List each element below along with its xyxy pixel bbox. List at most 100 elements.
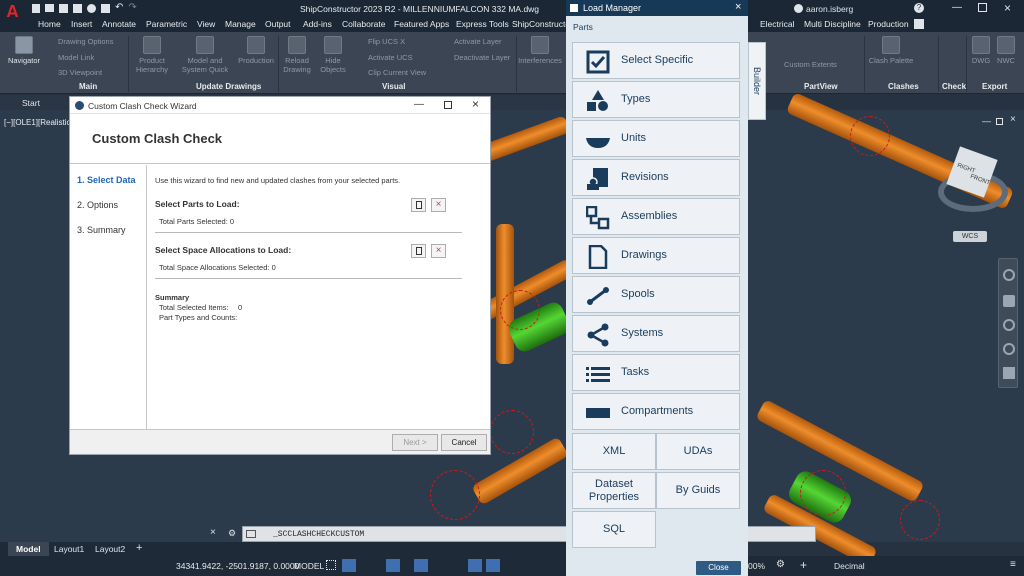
tab-express-tools[interactable]: Express Tools [456,19,509,29]
ribbon-options-icon[interactable] [914,19,924,29]
navigator-button[interactable]: Navigator [6,36,42,65]
units-button[interactable]: Units [572,120,740,157]
zoom-icon[interactable] [1003,319,1015,331]
viewcube-front-face[interactable]: FRONT [969,174,990,187]
wcs-menu[interactable]: WCS [953,231,987,242]
step-select-data[interactable]: 1. Select Data [77,175,136,185]
assemblies-button[interactable]: Assemblies [572,198,740,235]
flip-ucs-x-button[interactable]: Flip UCS X [368,37,405,46]
tab-annotate[interactable]: Annotate [102,19,136,29]
undo-icon[interactable]: ↶ [115,3,123,14]
drawings-button[interactable]: Drawings [572,237,740,274]
open-icon[interactable] [45,4,54,12]
deactivate-layer-button[interactable]: Deactivate Layer [454,53,510,62]
tab-production[interactable]: Production [868,19,909,29]
select-parts-button[interactable] [411,198,426,212]
tab-add-ins[interactable]: Add-ins [303,19,332,29]
wizard-minimize-icon[interactable]: — [414,99,424,110]
activate-layer-button[interactable]: Activate Layer [454,37,502,46]
model-system-quick-button[interactable]: Model and System Quick [180,36,230,74]
custom-extents-button[interactable]: Custom Extents [784,60,837,69]
viewpoint-3d-button[interactable]: 3D Viewpoint [58,68,102,77]
xml-button[interactable]: XML [572,433,656,470]
help-icon[interactable]: ? [914,3,924,13]
wizard-title-bar[interactable]: Custom Clash Check Wizard — × [70,97,490,114]
tab-view[interactable]: View [197,19,215,29]
viewcube-right-face[interactable]: RIGHT [956,163,976,175]
viewport-minimize-icon[interactable]: — [982,116,991,126]
viewport-restore-icon[interactable] [996,118,1003,125]
types-button[interactable]: Types [572,81,740,118]
save-icon[interactable] [59,4,68,13]
snap-toggle-icon[interactable] [342,559,356,572]
activate-ucs-button[interactable]: Activate UCS [368,53,413,62]
navigation-bar[interactable] [998,258,1018,388]
minimize-icon[interactable]: — [952,2,962,13]
polar-toggle-icon[interactable] [414,559,428,572]
tab-start[interactable]: Start [22,98,40,108]
add-icon[interactable]: + [800,558,807,572]
new-icon[interactable] [32,4,40,13]
web-icon[interactable] [87,4,96,13]
revisions-button[interactable]: Revisions [572,159,740,196]
add-layout-icon[interactable]: + [136,542,142,554]
reload-drawing-button[interactable]: Reload Drawing [280,36,314,74]
compartments-button[interactable]: Compartments [572,393,740,430]
hide-objects-button[interactable]: Hide Objects [318,36,348,74]
close-button[interactable]: Close [696,561,741,575]
viewport-controls-label[interactable]: [−][OLE1][Realistic] [4,118,73,127]
dataset-properties-button[interactable]: Dataset Properties [572,472,656,509]
viewcube[interactable]: RIGHT FRONT [938,146,1012,216]
panel-visual[interactable]: Visual [382,82,405,91]
layout-tab-model[interactable]: Model [8,542,49,556]
model-space-toggle[interactable]: MODEL [294,561,324,571]
units-readout[interactable]: Decimal [834,561,865,571]
sql-button[interactable]: SQL [572,511,656,548]
wizard-close-icon[interactable]: × [472,97,479,111]
cancel-button[interactable]: Cancel [441,434,487,451]
close-icon[interactable]: × [1004,1,1011,15]
layout-tab-layout2[interactable]: Layout2 [95,544,125,554]
user-icon[interactable] [794,4,803,13]
spools-button[interactable]: Spools [572,276,740,313]
customize-icon[interactable]: ≡ [1010,559,1016,570]
model-link-button[interactable]: Model Link [58,53,94,62]
step-summary[interactable]: 3. Summary [77,225,126,235]
clip-current-view-button[interactable]: Clip Current View [368,68,426,77]
production-button[interactable]: Production [236,36,276,65]
load-manager-close-icon[interactable]: × [735,1,741,13]
clear-spaces-button[interactable]: × [431,244,446,258]
redo-icon[interactable]: ↷ [128,3,136,14]
user-name[interactable]: aaron.isberg [806,4,853,14]
tab-featured-apps[interactable]: Featured Apps [394,19,449,29]
layout-tab-layout1[interactable]: Layout1 [54,544,84,554]
ortho-toggle-icon[interactable] [386,559,400,572]
pan-icon[interactable] [1003,295,1015,307]
drawing-options-button[interactable]: Drawing Options [58,37,113,46]
zoom-readout[interactable]: 00% [748,561,765,571]
nwc-export-button[interactable]: NWC [994,36,1018,65]
tab-parametric[interactable]: Parametric [146,19,187,29]
viewport-close-icon[interactable]: × [1010,114,1016,125]
osnap-toggle-icon[interactable] [468,559,482,572]
udas-button[interactable]: UDAs [656,433,740,470]
command-text[interactable]: _SCCLASHCHECKCUSTOM [273,530,364,539]
clash-palette-button[interactable]: Clash Palette [868,36,914,65]
command-line-customize-icon[interactable]: ⚙ [228,528,236,539]
quick-access-toolbar[interactable]: ↶ ↷ [32,3,182,14]
tab-collaborate[interactable]: Collaborate [342,19,385,29]
clear-parts-button[interactable]: × [431,198,446,212]
tab-insert[interactable]: Insert [71,19,92,29]
tab-home[interactable]: Home [38,19,61,29]
systems-button[interactable]: Systems [572,315,740,352]
next-button[interactable]: Next > [392,434,438,451]
showmotion-icon[interactable] [1003,367,1015,379]
load-manager-title-bar[interactable]: Load Manager × [566,0,748,16]
otrack-toggle-icon[interactable] [486,559,500,572]
dwg-export-button[interactable]: DWG [970,36,992,65]
workspace-gear-icon[interactable]: ⚙ [776,559,785,570]
by-guids-button[interactable]: By Guids [656,472,740,509]
maximize-icon[interactable] [978,3,987,12]
command-line-close-icon[interactable]: × [210,527,216,538]
tab-output[interactable]: Output [265,19,291,29]
